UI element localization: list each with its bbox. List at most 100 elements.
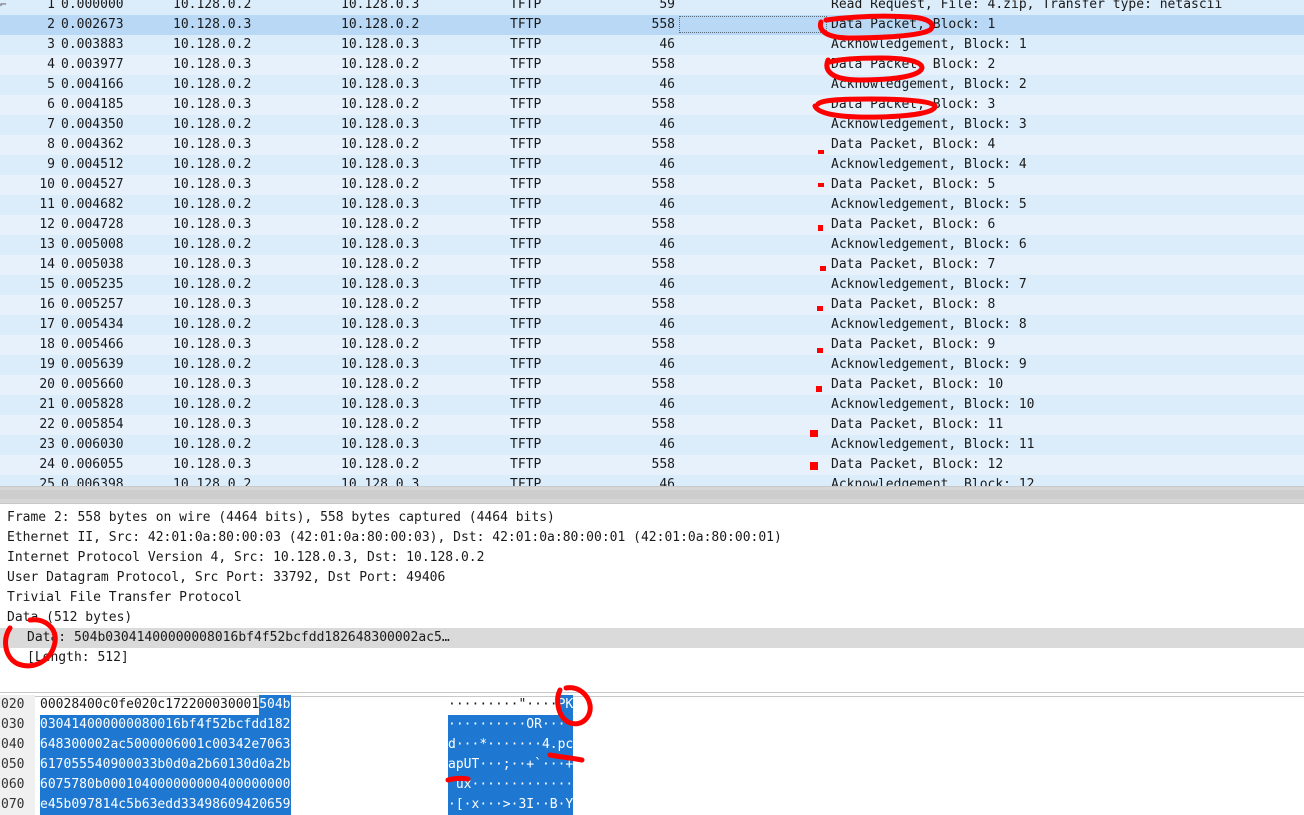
hex-byte[interactable]: bc <box>227 715 244 735</box>
ascii-char[interactable]: · <box>510 735 519 755</box>
ascii-char[interactable]: · <box>534 775 542 795</box>
scrollbar-thumb[interactable] <box>0 490 1304 499</box>
packet-row[interactable]: 9 0.004512 10.128.0.2 10.128.0.3 TFTP 46 Ackno… <box>0 155 1304 175</box>
packet-row[interactable]: 25 0.006398 10.128.0.2 10.128.0.3 TFTP 46 Ackn… <box>0 475 1304 486</box>
hex-byte[interactable]: 03 <box>40 715 56 735</box>
hex-byte[interactable]: 01 <box>244 695 260 715</box>
ascii-char[interactable]: · <box>557 795 566 815</box>
ascii-char[interactable]: · <box>448 695 456 715</box>
hex-byte[interactable]: 09 <box>102 755 119 775</box>
hex-byte[interactable]: 00 <box>86 735 103 755</box>
hex-byte[interactable]: 13 <box>227 755 244 775</box>
hex-byte[interactable]: 00 <box>40 695 56 715</box>
ascii-char[interactable]: c <box>565 735 574 755</box>
hex-byte[interactable]: 78 <box>86 795 103 815</box>
ascii-char[interactable]: · <box>502 735 511 755</box>
hex-byte[interactable]: 0a <box>259 755 275 775</box>
packet-row[interactable]: 2 0.002673 10.128.0.3 10.128.0.2 TFTP 558 Data… <box>0 15 1304 35</box>
ascii-char[interactable]: p <box>557 735 566 755</box>
hex-byte[interactable]: 06 <box>165 735 181 755</box>
hex-byte[interactable]: 00 <box>227 775 244 795</box>
hex-byte[interactable]: 34 <box>227 735 244 755</box>
ascii-char[interactable]: + <box>526 755 535 775</box>
ascii-char[interactable]: · <box>510 715 519 735</box>
ascii-char[interactable]: · <box>448 715 456 735</box>
ascii-char[interactable]: · <box>534 795 542 815</box>
packet-row[interactable]: 18 0.005466 10.128.0.3 10.128.0.2 TFTP 558 Dat… <box>0 335 1304 355</box>
hex-byte[interactable]: 00 <box>102 775 119 795</box>
ascii-char[interactable]: · <box>487 695 495 715</box>
hex-byte[interactable]: 70 <box>259 735 275 755</box>
ascii-char[interactable]: + <box>565 755 574 775</box>
hex-byte[interactable]: 84 <box>71 695 87 715</box>
ascii-char[interactable]: · <box>541 755 550 775</box>
ascii-char[interactable]: 3 <box>518 795 527 815</box>
ascii-char[interactable]: · <box>494 715 503 735</box>
hex-byte[interactable]: 00 <box>165 775 181 795</box>
hex-byte[interactable]: 00 <box>133 735 150 755</box>
hex-byte[interactable]: 00 <box>102 715 119 735</box>
hex-byte[interactable]: e4 <box>40 795 56 815</box>
ascii-char[interactable]: · <box>471 735 480 755</box>
hex-byte[interactable]: c5 <box>118 735 134 755</box>
ascii-char[interactable]: · <box>494 735 503 755</box>
ascii-char[interactable]: · <box>510 775 519 795</box>
ascii-char[interactable]: · <box>464 695 472 715</box>
hex-byte[interactable]: 2b <box>196 755 213 775</box>
ascii-char[interactable]: · <box>557 715 566 735</box>
ascii-char[interactable]: · <box>550 695 558 715</box>
ascii-char[interactable]: x <box>471 795 480 815</box>
hex-byte[interactable]: 00 <box>228 695 244 715</box>
packet-row[interactable]: 4 0.003977 10.128.0.3 10.128.0.2 TFTP 558 Data… <box>0 55 1304 75</box>
hex-byte[interactable]: 50 <box>259 695 275 715</box>
hex-byte[interactable]: 14 <box>71 715 87 735</box>
ascii-char[interactable]: " <box>518 695 526 715</box>
ascii-char[interactable]: Y <box>565 795 574 815</box>
detail-length-field[interactable]: [Length: 512] <box>0 648 1304 668</box>
ascii-char[interactable]: U <box>463 755 472 775</box>
packet-row[interactable]: 19 0.005639 10.128.0.2 10.128.0.3 TFTP 46 Ackn… <box>0 355 1304 375</box>
packet-row[interactable]: 11 0.004682 10.128.0.2 10.128.0.3 TFTP 46 Ackn… <box>0 195 1304 215</box>
hex-byte[interactable]: 52 <box>212 715 228 735</box>
packet-row[interactable]: 24 0.006055 10.128.0.3 10.128.0.2 TFTP 558 Dat… <box>0 455 1304 475</box>
hex-byte[interactable]: 1c <box>196 735 213 755</box>
hex-byte[interactable]: 83 <box>55 735 72 755</box>
ascii-char[interactable]: · <box>479 755 488 775</box>
ascii-char[interactable]: · <box>510 795 519 815</box>
hex-byte[interactable]: 4b <box>274 695 291 715</box>
ascii-char[interactable]: · <box>549 715 558 735</box>
hex-byte[interactable]: 63 <box>274 735 291 755</box>
hex-byte[interactable]: 00 <box>243 775 260 795</box>
detail-ethernet[interactable]: Ethernet II, Src: 42:01:0a:80:00:03 (42:… <box>0 528 1304 548</box>
hex-byte[interactable]: fe <box>118 695 134 715</box>
packet-row[interactable]: 12 0.004728 10.128.0.3 10.128.0.2 TFTP 558 Dat… <box>0 215 1304 235</box>
hex-byte[interactable]: 86 <box>212 795 228 815</box>
hex-byte[interactable]: 5b <box>55 795 72 815</box>
ascii-char[interactable]: · <box>487 735 495 755</box>
packet-row[interactable]: 7 0.004350 10.128.0.2 10.128.0.3 TFTP 46 Ackno… <box>0 115 1304 135</box>
hex-byte[interactable]: 75 <box>55 775 72 795</box>
ascii-char[interactable]: · <box>494 775 503 795</box>
ascii-char[interactable]: · <box>494 755 503 775</box>
ascii-char[interactable]: · <box>557 755 566 775</box>
ascii-char[interactable]: · <box>510 755 519 775</box>
hex-byte[interactable]: 0a <box>180 755 197 775</box>
detail-data-field[interactable]: Data: 504b03041400000008016bf4f52bcfdd18… <box>0 628 1304 648</box>
ascii-char[interactable]: a <box>448 755 456 775</box>
bytes-line[interactable]: 020 00 02 84 00 c0 fe 02 0c 17 22 00 03 0… <box>0 695 1304 715</box>
ascii-char[interactable]: · <box>557 775 566 795</box>
hex-byte[interactable]: 70 <box>55 755 72 775</box>
ascii-char[interactable]: · <box>565 715 574 735</box>
packet-row[interactable]: 16 0.005257 10.128.0.3 10.128.0.2 TFTP 558 Dat… <box>0 295 1304 315</box>
hex-byte[interactable]: 33 <box>180 795 197 815</box>
hex-byte[interactable]: 49 <box>196 795 213 815</box>
hex-byte[interactable]: 4f <box>196 715 213 735</box>
ascii-char[interactable]: u <box>455 775 464 795</box>
ascii-char[interactable]: · <box>455 735 464 755</box>
ascii-char[interactable]: · <box>526 735 535 755</box>
ascii-char[interactable]: · <box>448 795 456 815</box>
packet-row[interactable]: 21 0.005828 10.128.0.2 10.128.0.3 TFTP 46 Ackn… <box>0 395 1304 415</box>
hex-byte[interactable]: 04 <box>133 775 150 795</box>
ascii-char[interactable]: * <box>479 735 488 755</box>
hex-byte[interactable]: 00 <box>118 755 134 775</box>
